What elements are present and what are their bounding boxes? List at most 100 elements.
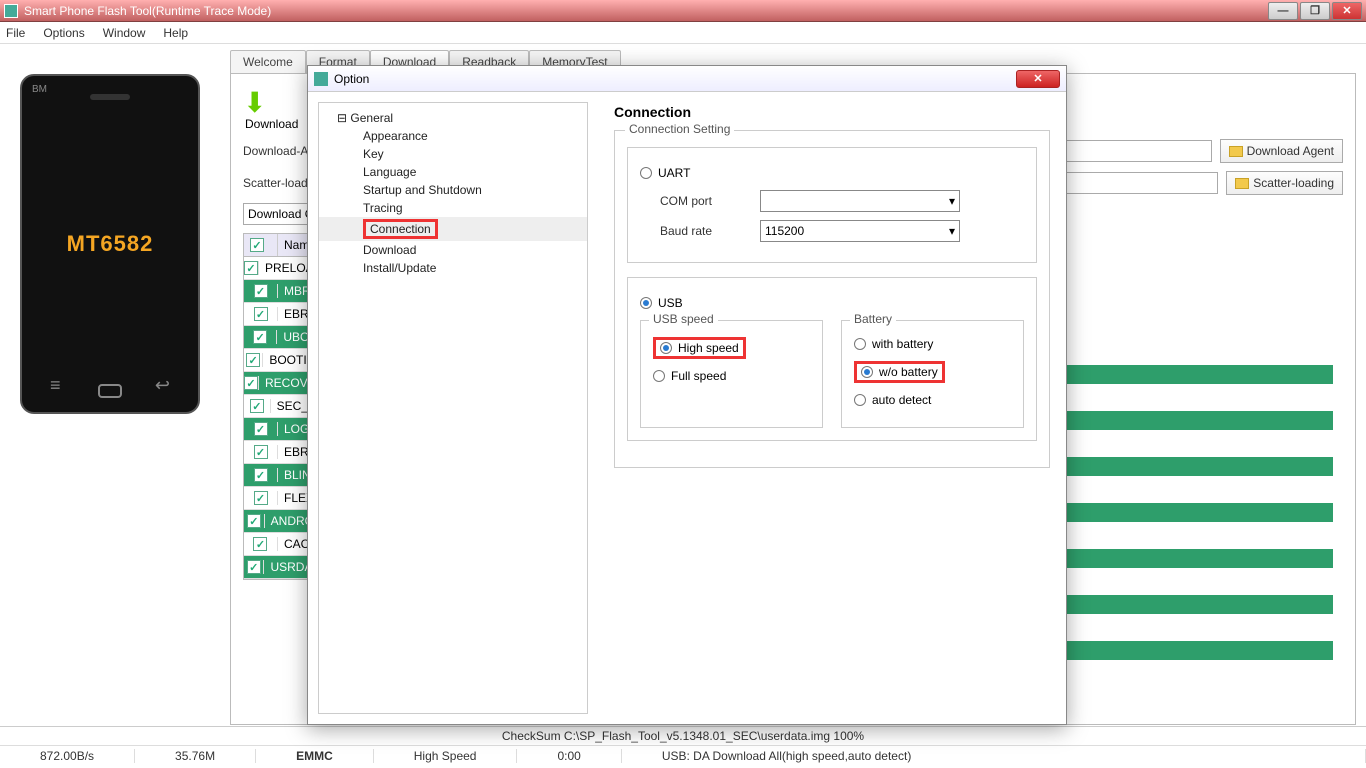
status-rate: 872.00B/s	[0, 749, 135, 763]
checkbox-icon: ✓	[247, 514, 261, 528]
tree-item-startup-and-shutdown[interactable]: Startup and Shutdown	[319, 181, 587, 199]
col-checkbox[interactable]: ✓	[244, 234, 278, 256]
com-port-label: COM port	[660, 194, 750, 208]
minimize-button[interactable]: —	[1268, 2, 1298, 20]
tree-item-tracing[interactable]: Tracing	[319, 199, 587, 217]
full-speed-label: Full speed	[671, 369, 726, 383]
app-icon	[4, 4, 18, 18]
row-checkbox[interactable]: ✓	[244, 284, 278, 298]
phone-speaker	[90, 94, 130, 100]
download-arrow-icon: ⬇	[243, 86, 266, 119]
status-mode: USB: DA Download All(high speed,auto det…	[622, 749, 1366, 763]
row-checkbox[interactable]: ✓	[244, 468, 278, 482]
high-speed-radio[interactable]: High speed	[653, 337, 810, 359]
checkbox-icon: ✓	[244, 261, 258, 275]
row-checkbox[interactable]: ✓	[244, 560, 264, 574]
maximize-button[interactable]: ❐	[1300, 2, 1330, 20]
full-speed-radio[interactable]: Full speed	[653, 369, 810, 383]
battery-legend: Battery	[850, 312, 896, 326]
menu-options[interactable]: Options	[43, 26, 84, 40]
row-checkbox[interactable]: ✓	[244, 491, 278, 505]
baud-rate-select[interactable]: 115200▾	[760, 220, 960, 242]
checkbox-icon: ✓	[247, 560, 261, 574]
phone-chip-label: MT6582	[67, 231, 154, 257]
tree-item-connection[interactable]: Connection	[319, 217, 587, 241]
row-checkbox[interactable]: ✓	[244, 330, 277, 344]
download-agent-button[interactable]: Download Agent	[1220, 139, 1343, 163]
dialog-title-text: Option	[334, 72, 369, 86]
row-checkbox[interactable]: ✓	[244, 537, 278, 551]
checkbox-icon: ✓	[254, 468, 268, 482]
row-checkbox[interactable]: ✓	[244, 422, 278, 436]
status-line1: CheckSum C:\SP_Flash_Tool_v5.1348.01_SEC…	[0, 727, 1366, 746]
row-checkbox[interactable]: ✓	[244, 353, 263, 367]
usb-speed-legend: USB speed	[649, 312, 718, 326]
usb-group: USB USB speed High speed	[627, 277, 1037, 441]
checkbox-icon: ✓	[254, 491, 268, 505]
tree-item-language[interactable]: Language	[319, 163, 587, 181]
scatter-loading-button[interactable]: Scatter-loading	[1226, 171, 1343, 195]
pane-heading: Connection	[614, 104, 1050, 120]
uart-label: UART	[658, 166, 690, 180]
checkbox-icon: ✓	[246, 353, 260, 367]
statusbar: CheckSum C:\SP_Flash_Tool_v5.1348.01_SEC…	[0, 726, 1366, 768]
dialog-icon	[314, 72, 328, 86]
checkbox-icon: ✓	[254, 422, 268, 436]
high-speed-label: High speed	[678, 341, 739, 355]
com-port-select[interactable]: ▾	[760, 190, 960, 212]
row-checkbox[interactable]: ✓	[244, 261, 259, 275]
tree-item-key[interactable]: Key	[319, 145, 587, 163]
phone-bm-label: BM	[32, 84, 47, 95]
row-checkbox[interactable]: ✓	[244, 307, 278, 321]
radio-icon	[861, 366, 873, 378]
checkbox-icon: ✓	[254, 284, 268, 298]
dialog-titlebar[interactable]: Option ✕	[308, 66, 1066, 92]
folder-icon	[1229, 146, 1243, 157]
menu-file[interactable]: File	[6, 26, 25, 40]
menu-window[interactable]: Window	[103, 26, 146, 40]
checkbox-icon: ✓	[254, 445, 268, 459]
menu-help[interactable]: Help	[163, 26, 188, 40]
radio-icon	[660, 342, 672, 354]
with-battery-radio[interactable]: with battery	[854, 337, 1011, 351]
usb-label: USB	[658, 296, 683, 310]
tree-root[interactable]: ⊟ General	[319, 109, 587, 127]
row-checkbox[interactable]: ✓	[244, 376, 259, 390]
without-battery-label: w/o battery	[879, 365, 938, 379]
tree-item-download[interactable]: Download	[319, 241, 587, 259]
chevron-down-icon: ▾	[949, 194, 955, 208]
radio-icon	[640, 297, 652, 309]
tree-item-appearance[interactable]: Appearance	[319, 127, 587, 145]
option-tree[interactable]: ⊟ General AppearanceKeyLanguageStartup a…	[318, 102, 588, 714]
phone-image: BM MT6582 ≡ ↩	[20, 74, 200, 414]
row-checkbox[interactable]: ✓	[244, 445, 278, 459]
without-battery-radio[interactable]: w/o battery	[854, 361, 1011, 383]
option-pane: Connection Connection Setting UART COM p…	[598, 92, 1066, 724]
folder-icon	[1235, 178, 1249, 189]
row-checkbox[interactable]: ✓	[244, 514, 265, 528]
auto-detect-radio[interactable]: auto detect	[854, 393, 1011, 407]
connection-setting-legend: Connection Setting	[625, 122, 734, 136]
titlebar: Smart Phone Flash Tool(Runtime Trace Mod…	[0, 0, 1366, 22]
radio-icon	[640, 167, 652, 179]
menubar: File Options Window Help	[0, 22, 1366, 44]
usb-radio[interactable]: USB	[640, 296, 1024, 310]
home-icon	[98, 384, 122, 398]
scatter-loading-button-label: Scatter-loading	[1253, 176, 1334, 190]
phone-panel: BM MT6582 ≡ ↩	[0, 44, 220, 726]
uart-radio[interactable]: UART	[640, 166, 1024, 180]
checkbox-icon: ✓	[244, 376, 258, 390]
tab-welcome[interactable]: Welcome	[230, 50, 306, 73]
uart-group: UART COM port ▾ Baud rate 115200▾	[627, 147, 1037, 263]
close-button[interactable]: ✕	[1332, 2, 1362, 20]
status-storage: EMMC	[256, 749, 374, 763]
with-battery-label: with battery	[872, 337, 933, 351]
dialog-close-button[interactable]: ✕	[1016, 70, 1060, 88]
checkbox-icon: ✓	[253, 330, 267, 344]
usb-speed-group: USB speed High speed Full speed	[640, 320, 823, 428]
window-title: Smart Phone Flash Tool(Runtime Trace Mod…	[24, 4, 271, 18]
tree-item-install-update[interactable]: Install/Update	[319, 259, 587, 277]
status-time: 0:00	[517, 749, 621, 763]
row-checkbox[interactable]: ✓	[244, 399, 271, 413]
checkbox-icon: ✓	[253, 537, 267, 551]
